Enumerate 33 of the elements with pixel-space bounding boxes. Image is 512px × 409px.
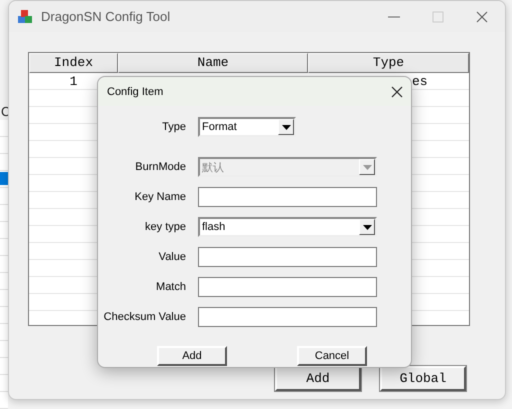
input-field[interactable] <box>198 307 377 327</box>
window-title: DragonSN Config Tool <box>41 9 172 24</box>
field-label: Match <box>155 281 186 293</box>
caret-icon <box>282 124 290 130</box>
input-field[interactable] <box>198 187 377 207</box>
field-label: Type <box>161 121 186 133</box>
dropdown-button[interactable] <box>278 119 294 135</box>
input-field[interactable] <box>198 277 377 297</box>
action-button[interactable]: Add <box>275 366 361 391</box>
column-header[interactable]: Index <box>29 53 118 73</box>
input-field[interactable] <box>198 247 377 267</box>
column-header[interactable]: Type <box>308 53 469 73</box>
field-label: BurnMode <box>134 161 186 173</box>
caret-icon <box>362 164 372 170</box>
dialog-button[interactable]: Add <box>157 346 227 366</box>
table-cell-text: 1 <box>68 73 78 90</box>
selected-row <box>0 172 8 185</box>
dialog-button[interactable]: Cancel <box>297 346 367 366</box>
action-button[interactable]: Global <box>380 366 466 391</box>
field-label: Key Name <box>134 191 186 203</box>
field-label: Checksum Value <box>102 311 186 323</box>
column-header[interactable]: Name <box>118 53 308 73</box>
close-icon[interactable] <box>475 10 489 24</box>
dropdown[interactable]: flash <box>198 217 377 237</box>
dropdown[interactable]: Format <box>198 117 296 137</box>
field-label: Value <box>158 251 186 263</box>
field-label: key type <box>144 221 186 233</box>
close-icon[interactable] <box>391 86 403 98</box>
dialog-title: Config Item <box>107 86 164 98</box>
dropdown-button[interactable] <box>359 219 375 235</box>
caret-icon <box>362 224 372 230</box>
table-cell-text: es <box>411 73 429 90</box>
cubes-icon <box>17 8 33 24</box>
